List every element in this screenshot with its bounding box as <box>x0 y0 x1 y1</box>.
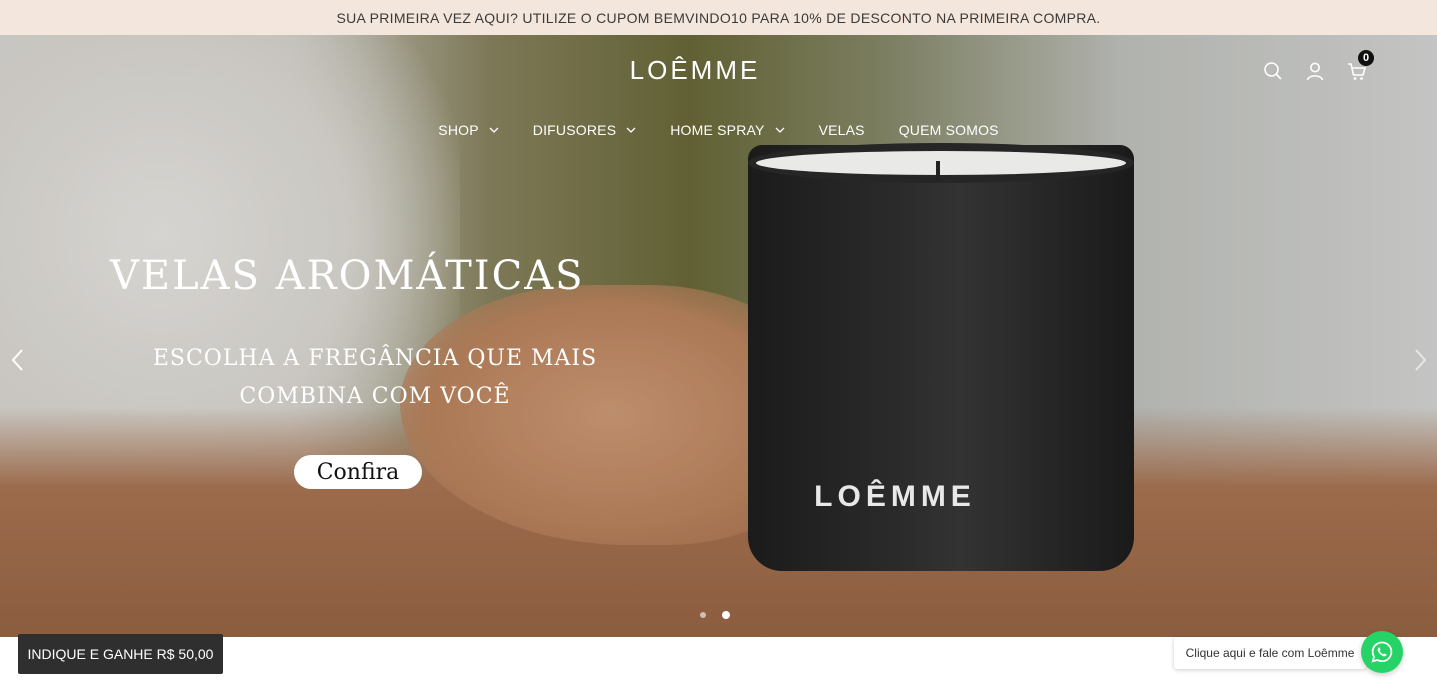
candle-brand-label: LOÊMME <box>814 480 976 513</box>
carousel-dot-2[interactable] <box>722 611 730 619</box>
nav-item-velas[interactable]: VELAS <box>819 122 865 138</box>
header-icons: 0 <box>1262 50 1374 82</box>
hero-subtitle: ESCOLHA A FREGÂNCIA QUE MAIS COMBINA COM… <box>120 340 630 416</box>
candle-wick <box>936 161 940 181</box>
hero-subtitle-line-2: COMBINA COM VOCÊ <box>239 384 511 409</box>
hero-title: VELAS AROMÁTICAS <box>110 253 585 299</box>
carousel-next-arrow[interactable] <box>1410 347 1430 373</box>
announcement-text: SUA PRIMEIRA VEZ AQUI? UTILIZE O CUPOM B… <box>336 9 1101 26</box>
hero-subtitle-line-1: ESCOLHA A FREGÂNCIA QUE MAIS <box>152 346 598 371</box>
chevron-left-icon <box>11 349 23 371</box>
hero-cta-button[interactable]: Confira <box>294 455 422 489</box>
whatsapp-tooltip[interactable]: Clique aqui e fale com Loêmme <box>1174 637 1366 669</box>
chevron-down-icon <box>626 127 636 133</box>
nav-item-label: SHOP <box>438 122 479 138</box>
carousel-dot-1[interactable] <box>700 612 706 618</box>
nav-item-quem-somos[interactable]: QUEM SOMOS <box>899 122 999 138</box>
nav-item-label: HOME SPRAY <box>670 122 765 138</box>
nav-item-shop[interactable]: SHOP <box>438 122 499 138</box>
candle-rim <box>748 143 1134 183</box>
site-logo[interactable]: LOÊMME <box>595 55 795 86</box>
cart-count-badge: 0 <box>1358 50 1374 66</box>
nav-item-label: VELAS <box>818 122 865 138</box>
main-nav: SHOP DIFUSORES HOME SPRAY VELAS QUEM SOM… <box>0 122 1437 138</box>
chevron-down-icon <box>775 127 785 133</box>
chevron-right-icon <box>1415 349 1427 371</box>
nav-item-difusores[interactable]: DIFUSORES <box>533 122 636 138</box>
whatsapp-icon <box>1371 641 1393 663</box>
whatsapp-button[interactable] <box>1361 631 1403 673</box>
carousel-dots <box>700 611 730 619</box>
nav-item-label: DIFUSORES <box>532 122 617 138</box>
chevron-down-icon <box>489 127 499 133</box>
search-icon[interactable] <box>1262 60 1284 82</box>
cart-icon[interactable]: 0 <box>1346 50 1374 82</box>
refer-and-earn-button[interactable]: INDIQUE E GANHE R$ 50,00 <box>18 634 223 674</box>
user-icon[interactable] <box>1304 60 1326 82</box>
carousel-prev-arrow[interactable] <box>8 347 28 373</box>
nav-item-label: QUEM SOMOS <box>898 122 999 138</box>
nav-item-home-spray[interactable]: HOME SPRAY <box>670 122 785 138</box>
announcement-bar: SUA PRIMEIRA VEZ AQUI? UTILIZE O CUPOM B… <box>0 0 1437 35</box>
